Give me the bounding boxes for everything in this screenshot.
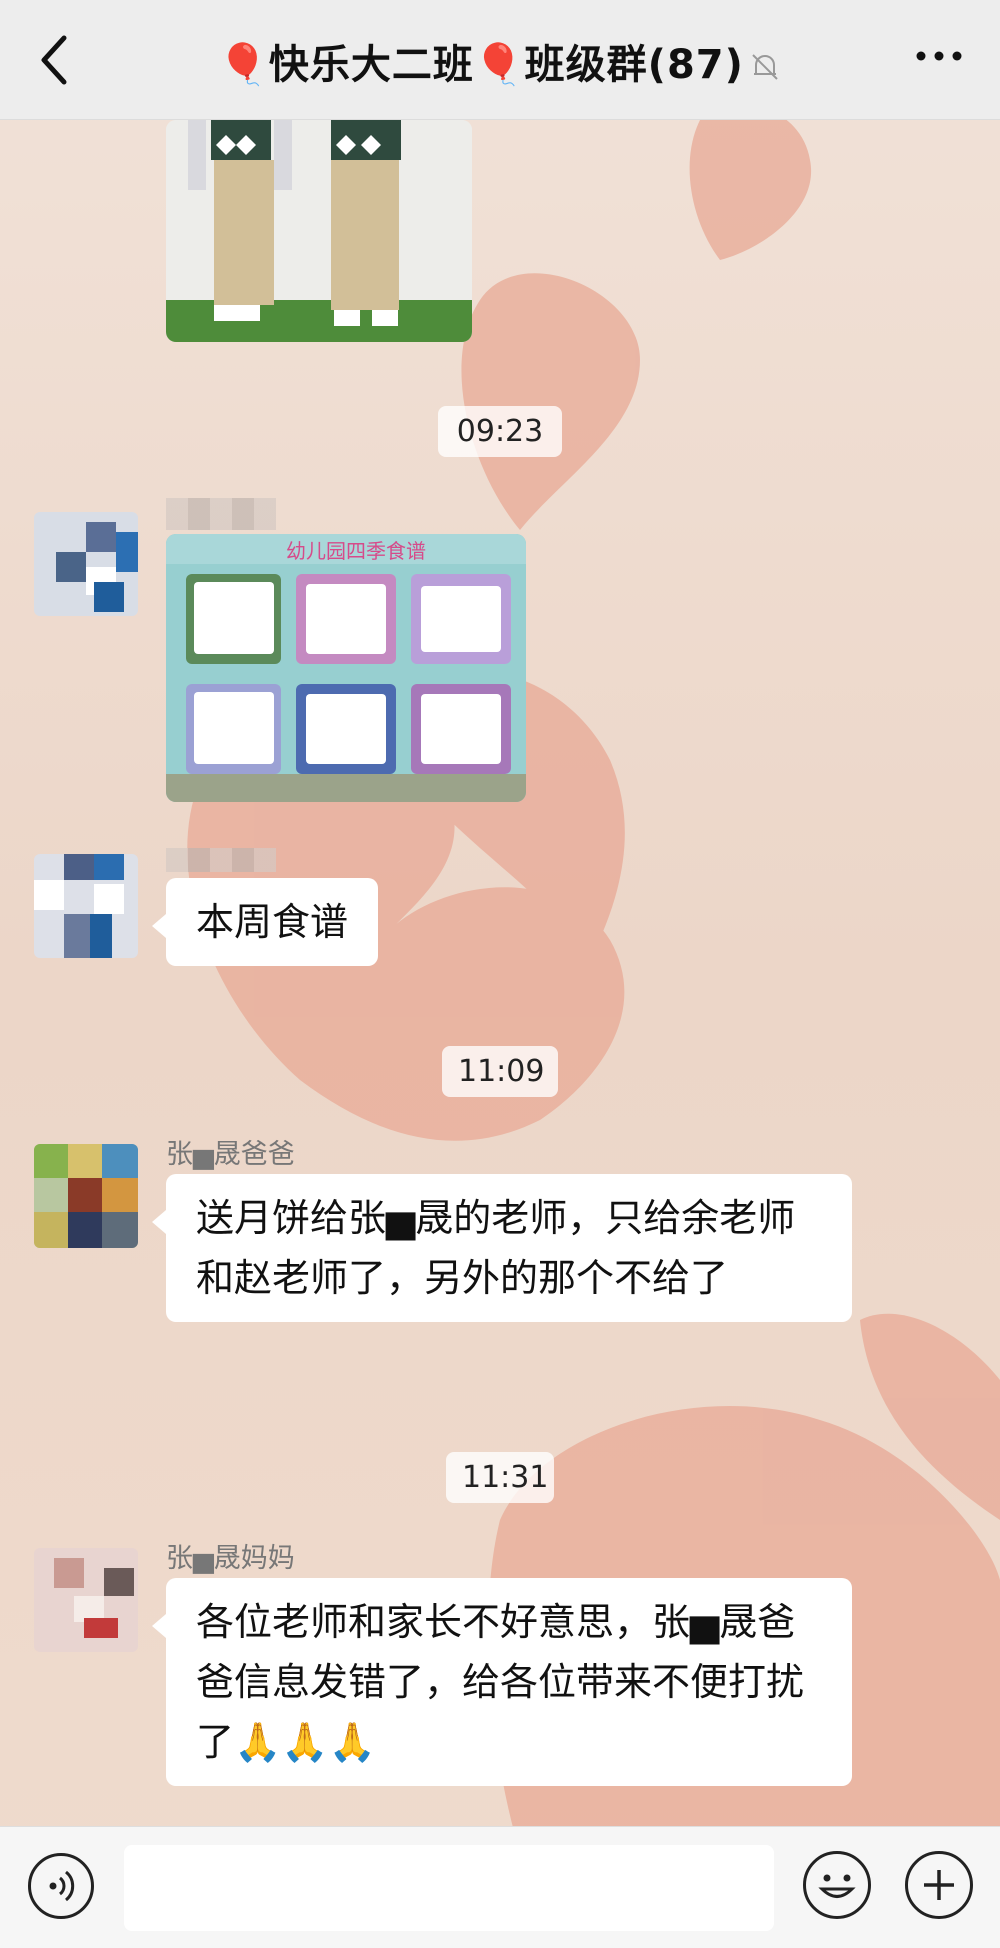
timestamp: 11:09 [442, 1046, 558, 1097]
photo-message-menu[interactable]: 幼儿园四季食谱 [166, 534, 526, 802]
sender-name: 张▅晟爸爸 [166, 1139, 295, 1170]
timestamp: 09:23 [438, 406, 562, 457]
chat-input-bar [0, 1826, 1000, 1948]
bell-muted-icon [752, 54, 778, 80]
chat-header: 🎈快乐大二班🎈班级群(87) [0, 0, 1000, 120]
avatar[interactable] [34, 854, 138, 958]
photo-message-kids[interactable] [166, 120, 472, 342]
message-bubble[interactable]: 各位老师和家长不好意思，张▅晟爸爸信息发错了，给各位带来不便打扰了🙏🙏🙏 [152, 1578, 852, 1786]
message-list[interactable]: 09:23 幼儿园四季食谱 本周食谱 11:09 张▅晟爸爸 送月饼给张▅晟的老… [0, 120, 1000, 1826]
message-bubble[interactable]: 本周食谱 [151, 878, 379, 966]
sender-name-blurred [166, 848, 276, 872]
chat-title: 🎈快乐大二班🎈班级群(87) [0, 32, 1000, 90]
message-bubble[interactable]: 送月饼给张▅晟的老师，只给余老师和赵老师了，另外的那个不给了 [152, 1174, 852, 1322]
more-dots-icon[interactable] [914, 46, 964, 66]
emoji-icon[interactable] [803, 1851, 871, 1919]
menu-board-image: 幼儿园四季食谱 [166, 534, 526, 802]
chat-title-text: 🎈快乐大二班🎈班级群(87) [218, 42, 744, 88]
plus-icon[interactable] [905, 1851, 973, 1919]
menu-board-caption: 幼儿园四季食谱 [286, 539, 426, 563]
message-input[interactable] [124, 1845, 774, 1931]
timestamp: 11:31 [446, 1452, 554, 1503]
kids-photo-image [166, 120, 472, 342]
sender-name-blurred [166, 498, 276, 530]
avatar[interactable] [34, 1144, 138, 1248]
avatar[interactable] [34, 512, 138, 616]
sender-name: 张▅晟妈妈 [166, 1543, 295, 1574]
voice-icon[interactable] [28, 1853, 94, 1919]
avatar[interactable] [34, 1548, 138, 1652]
